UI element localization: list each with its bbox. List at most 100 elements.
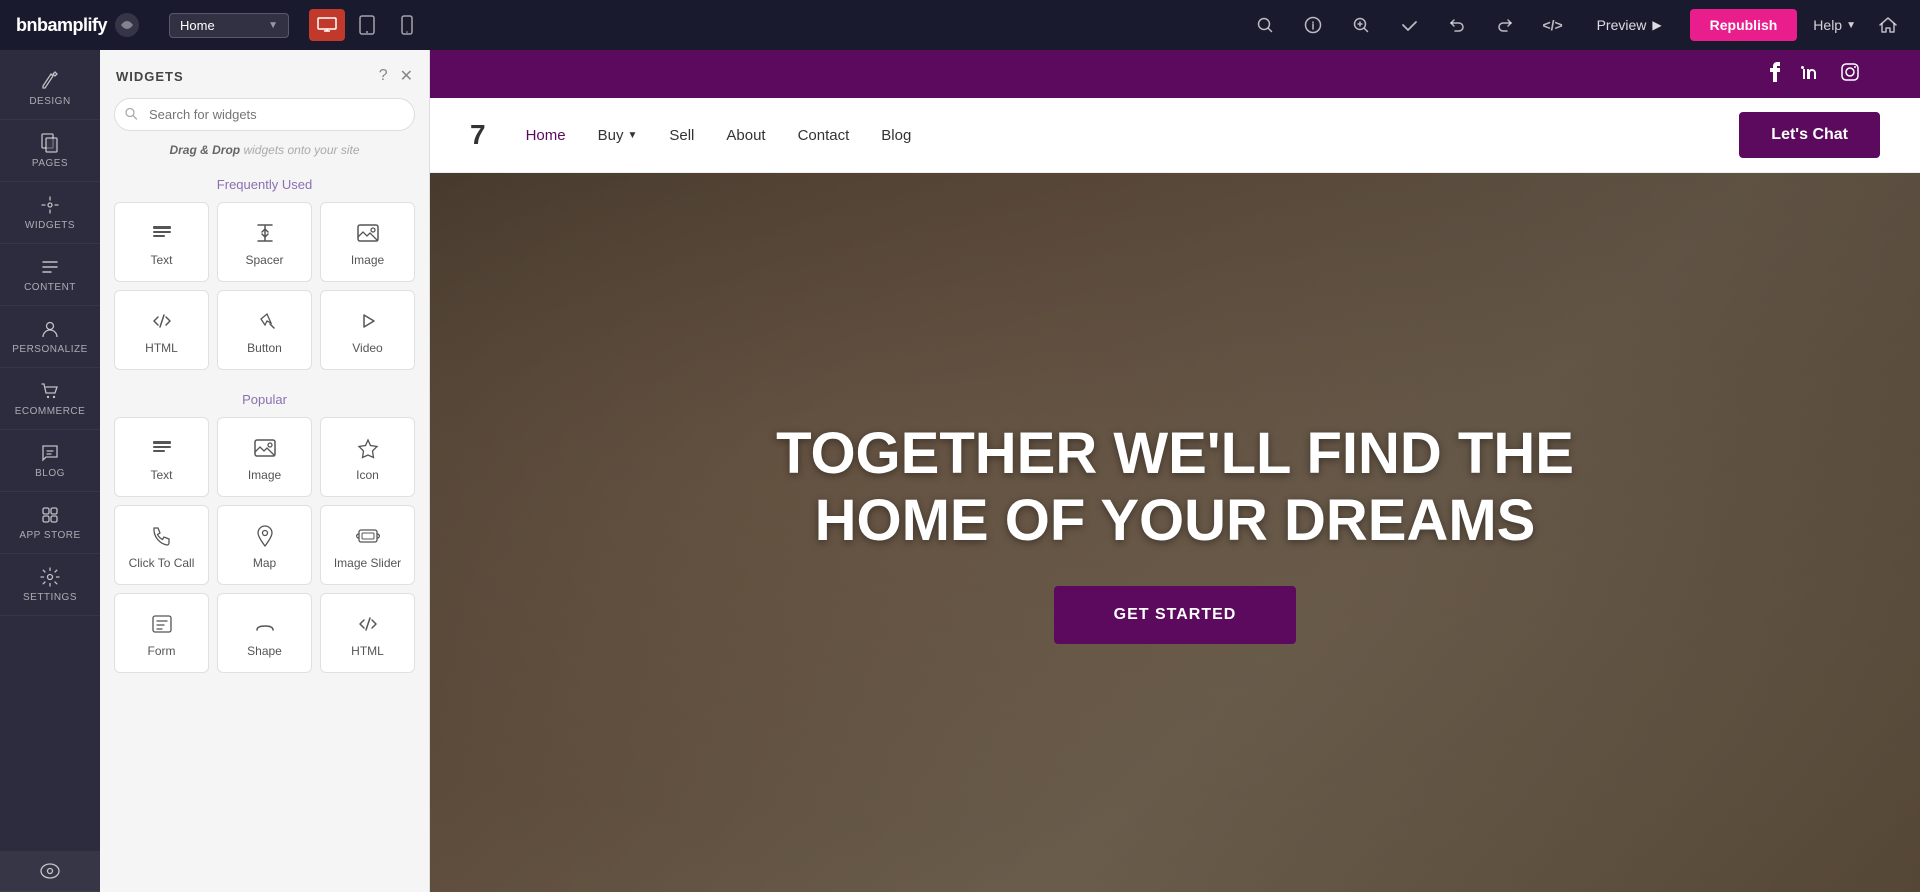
frequently-used-grid: Text Spacer Image HTML Button Video [100, 202, 429, 384]
widget-image-slider[interactable]: Image Slider [320, 505, 415, 585]
sidebar-item-design[interactable]: DESIGN [0, 58, 100, 120]
nav-contact[interactable]: Contact [798, 127, 850, 144]
nav-buy[interactable]: Buy ▼ [598, 127, 638, 144]
preview-button[interactable]: Preview ▶ [1585, 11, 1674, 39]
widget-image-2-label: Image [248, 468, 281, 482]
widget-search-input[interactable] [114, 98, 415, 131]
buy-chevron-icon: ▼ [627, 130, 637, 141]
linkedin-icon[interactable] [1800, 62, 1820, 87]
sidebar-item-widgets[interactable]: WIDGETS [0, 182, 100, 244]
pages-label: PAGES [32, 158, 68, 169]
sidebar-item-content[interactable]: CONTENT [0, 244, 100, 306]
app-store-label: APP STORE [19, 530, 80, 541]
widget-text-1-label: Text [150, 253, 172, 267]
image-slider-widget-icon [356, 524, 380, 548]
widget-text-2-label: Text [150, 468, 172, 482]
sidebar-item-ecommerce[interactable]: ECOMMERCE [0, 368, 100, 430]
main-area: DESIGN PAGES WIDGETS CONTENT PERSONALIZE… [0, 50, 1920, 892]
widget-map[interactable]: Map [217, 505, 312, 585]
widgets-header-actions: ? ✕ [379, 66, 413, 86]
canvas-area: 7 Home Buy ▼ Sell About Contact Blog Let… [430, 50, 1920, 892]
nav-number: 7 [470, 119, 486, 151]
nav-links: Home Buy ▼ Sell About Contact Blog [526, 127, 1740, 144]
widgets-help-icon[interactable]: ? [379, 67, 388, 85]
map-widget-icon [253, 524, 277, 548]
widget-image-slider-label: Image Slider [334, 556, 401, 570]
undo-button[interactable] [1441, 9, 1473, 41]
logo-text: bnbamplify [16, 15, 107, 36]
widget-button-label: Button [247, 341, 282, 355]
widget-image-1-label: Image [351, 253, 384, 267]
nav-sell[interactable]: Sell [669, 127, 694, 144]
spacer-widget-icon [253, 221, 277, 245]
instagram-icon[interactable] [1840, 62, 1860, 87]
widget-icon-label: Icon [356, 468, 379, 482]
widgets-close-icon[interactable]: ✕ [400, 66, 413, 86]
form-widget-icon [150, 612, 174, 636]
video-widget-icon [356, 309, 380, 333]
site-social-bar [430, 50, 1920, 98]
widget-video[interactable]: Video [320, 290, 415, 370]
facebook-icon[interactable] [1770, 62, 1780, 87]
widget-click-to-call[interactable]: Click To Call [114, 505, 209, 585]
widget-button[interactable]: Button [217, 290, 312, 370]
widget-form[interactable]: Form [114, 593, 209, 673]
redo-button[interactable] [1489, 9, 1521, 41]
preview-label: Preview [1597, 17, 1647, 33]
widget-shape[interactable]: Shape [217, 593, 312, 673]
sidebar-item-pages[interactable]: PAGES [0, 120, 100, 182]
help-button[interactable]: Help ▼ [1813, 17, 1856, 33]
logo-icon [113, 11, 141, 39]
code-button[interactable]: </> [1537, 9, 1569, 41]
sidebar-item-blog[interactable]: BLOG [0, 430, 100, 492]
sidebar-item-settings[interactable]: SETTINGS [0, 554, 100, 616]
left-sidebar: DESIGN PAGES WIDGETS CONTENT PERSONALIZE… [0, 50, 100, 892]
page-selector-label: Home [180, 18, 215, 33]
site-preview: 7 Home Buy ▼ Sell About Contact Blog Let… [430, 50, 1920, 892]
widget-spacer[interactable]: Spacer [217, 202, 312, 282]
text-widget-icon [150, 221, 174, 245]
desktop-view-button[interactable] [309, 9, 345, 41]
nav-about[interactable]: About [726, 127, 765, 144]
mobile-view-button[interactable] [389, 9, 425, 41]
drag-drop-hint: Drag & Drop widgets onto your site [100, 143, 429, 169]
zoom-button[interactable] [1345, 9, 1377, 41]
button-widget-icon [253, 309, 277, 333]
widget-image-1[interactable]: Image [320, 202, 415, 282]
widget-shape-label: Shape [247, 644, 282, 658]
widget-html-label: HTML [145, 341, 178, 355]
search-button[interactable] [1249, 9, 1281, 41]
eye-button[interactable] [0, 851, 100, 892]
widget-html-2[interactable]: HTML [320, 593, 415, 673]
icon-widget-icon [356, 436, 380, 460]
info-button[interactable] [1297, 9, 1329, 41]
nav-home[interactable]: Home [526, 127, 566, 144]
image2-widget-icon [253, 436, 277, 460]
tablet-view-button[interactable] [349, 9, 385, 41]
get-started-button[interactable]: GET STARTED [1054, 586, 1297, 644]
widget-html-2-label: HTML [351, 644, 384, 658]
home-button[interactable] [1872, 9, 1904, 41]
help-chevron-icon: ▼ [1846, 20, 1856, 31]
widget-click-to-call-label: Click To Call [129, 556, 195, 570]
frequently-used-section-label: Frequently Used [100, 169, 429, 202]
check-button[interactable] [1393, 9, 1425, 41]
widget-video-label: Video [352, 341, 382, 355]
chevron-down-icon: ▼ [268, 20, 278, 31]
lets-chat-button[interactable]: Let's Chat [1739, 112, 1880, 158]
widget-image-2[interactable]: Image [217, 417, 312, 497]
help-label: Help [1813, 17, 1842, 33]
sidebar-item-personalize[interactable]: PERSONALIZE [0, 306, 100, 368]
settings-label: SETTINGS [23, 592, 77, 603]
page-selector[interactable]: Home ▼ [169, 13, 289, 38]
widget-form-label: Form [148, 644, 176, 658]
nav-blog[interactable]: Blog [881, 127, 911, 144]
widget-text-1[interactable]: Text [114, 202, 209, 282]
top-bar: bnbamplify Home ▼ [0, 0, 1920, 50]
widget-icon[interactable]: Icon [320, 417, 415, 497]
widget-text-2[interactable]: Text [114, 417, 209, 497]
widget-html[interactable]: HTML [114, 290, 209, 370]
republish-button[interactable]: Republish [1690, 9, 1798, 41]
sidebar-item-app-store[interactable]: APP STORE [0, 492, 100, 554]
content-label: CONTENT [24, 282, 76, 293]
